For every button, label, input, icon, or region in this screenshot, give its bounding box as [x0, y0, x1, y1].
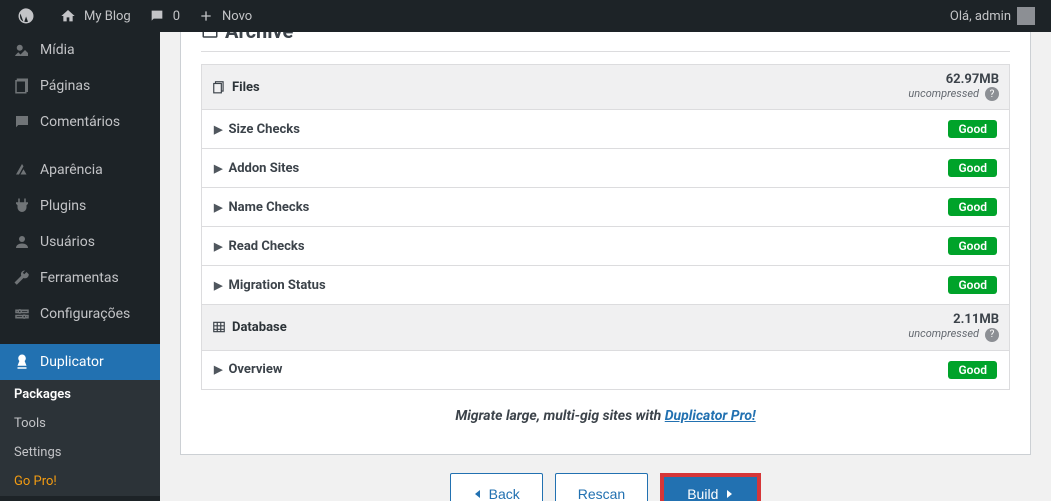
duplicator-icon [12, 352, 32, 372]
home-icon [58, 6, 78, 26]
submenu-item-settings[interactable]: Settings [0, 438, 160, 467]
wp-logo[interactable] [8, 0, 50, 32]
admin-sidebar: Mídia Páginas Comentários Aparência Plugins… [0, 0, 160, 501]
sidebar-item-label: Aparência [40, 162, 103, 178]
help-icon[interactable]: ? [985, 87, 999, 101]
sidebar-item-label: Comentários [40, 114, 120, 130]
build-button[interactable]: Build [664, 477, 757, 501]
caret-right-icon: ▶ [214, 162, 222, 175]
files-size: 62.97MB [908, 73, 999, 87]
check-label: Addon Sites [228, 161, 299, 176]
sidebar-item-label: Configurações [40, 306, 130, 322]
caret-right-icon [724, 489, 734, 499]
plugins-icon [12, 196, 32, 216]
sidebar-item-appearance[interactable]: Aparência [0, 152, 160, 188]
comments-count: 0 [173, 9, 180, 24]
sidebar-item-pages[interactable]: Páginas [0, 68, 160, 104]
admin-bar: My Blog 0 Novo Olá, admin [0, 0, 1051, 32]
site-name: My Blog [84, 9, 131, 24]
sidebar-item-label: Usuários [40, 234, 95, 250]
sidebar-item-duplicator[interactable]: Duplicator [0, 344, 160, 380]
build-highlight: Build [660, 473, 761, 501]
status-badge: Good [948, 237, 997, 255]
submenu-item-packages[interactable]: Packages [0, 380, 160, 409]
comment-icon [147, 6, 167, 26]
status-badge: Good [948, 361, 997, 379]
comments-link[interactable]: 0 [139, 0, 188, 32]
status-badge: Good [948, 159, 997, 177]
sidebar-item-plugins[interactable]: Plugins [0, 188, 160, 224]
status-badge: Good [948, 276, 997, 294]
check-row[interactable]: ▶ Read Checks Good [201, 227, 1010, 266]
caret-right-icon: ▶ [214, 123, 222, 136]
submenu-item-go-pro-[interactable]: Go Pro! [0, 467, 160, 496]
sidebar-item-media[interactable]: Mídia [0, 32, 160, 68]
wordpress-icon [16, 6, 36, 26]
sidebar-item-label: Duplicator [40, 354, 104, 370]
check-row[interactable]: ▶ Migration Status Good [201, 266, 1010, 305]
account-link[interactable]: Olá, admin [942, 0, 1043, 32]
check-label: Read Checks [228, 239, 304, 254]
sidebar-item-label: Páginas [40, 78, 90, 94]
database-compressed: uncompressed [908, 327, 979, 340]
scan-panel: Archive Files 62.97MB uncompressed? ▶Siz… [180, 10, 1031, 455]
check-label: Migration Status [228, 278, 325, 293]
sidebar-item-label: Mídia [40, 42, 75, 58]
files-title: Files [232, 80, 260, 95]
rescan-button[interactable]: Rescan [555, 473, 648, 501]
submenu-item-tools[interactable]: Tools [0, 409, 160, 438]
new-label: Novo [222, 9, 252, 24]
table-icon [212, 320, 226, 334]
media-icon [12, 40, 32, 60]
greeting: Olá, admin [950, 9, 1011, 24]
promo-text: Migrate large, multi-gig sites with Dupl… [201, 390, 1010, 430]
action-buttons: Back Rescan Build [160, 455, 1051, 501]
database-header: Database 2.11MB uncompressed? [201, 305, 1010, 350]
promo-link[interactable]: Duplicator Pro! [665, 408, 756, 424]
caret-right-icon: ▶ [214, 201, 222, 214]
check-row[interactable]: ▶ Name Checks Good [201, 188, 1010, 227]
site-name-link[interactable]: My Blog [50, 0, 139, 32]
settings-icon [12, 304, 32, 324]
check-label: Name Checks [228, 200, 309, 215]
files-icon [212, 80, 226, 94]
sidebar-item-settings[interactable]: Configurações [0, 296, 160, 332]
pages-icon [12, 76, 32, 96]
sidebar-item-label: Plugins [40, 198, 86, 214]
database-title: Database [232, 320, 287, 335]
users-icon [12, 232, 32, 252]
check-row[interactable]: ▶ Size Checks Good [201, 110, 1010, 149]
back-button[interactable]: Back [450, 473, 543, 501]
help-icon[interactable]: ? [985, 328, 999, 342]
sidebar-item-users[interactable]: Usuários [0, 224, 160, 260]
check-label: Overview [228, 362, 282, 377]
status-badge: Good [948, 198, 997, 216]
sidebar-item-label: Ferramentas [40, 270, 119, 286]
avatar [1017, 7, 1035, 25]
main-content: Archive Files 62.97MB uncompressed? ▶Siz… [160, 0, 1051, 501]
sidebar-item-tools[interactable]: Ferramentas [0, 260, 160, 296]
appearance-icon [12, 160, 32, 180]
caret-right-icon: ▶ [214, 240, 222, 253]
caret-right-icon: ▶ [214, 363, 222, 376]
sidebar-item-comments[interactable]: Comentários [0, 104, 160, 140]
status-badge: Good [948, 120, 997, 138]
check-row[interactable]: ▶ Addon Sites Good [201, 149, 1010, 188]
new-content-link[interactable]: Novo [188, 0, 260, 32]
files-compressed: uncompressed [908, 87, 979, 100]
caret-right-icon: ▶ [214, 279, 222, 292]
check-label: Size Checks [228, 122, 299, 137]
check-row[interactable]: ▶ Overview Good [201, 351, 1010, 390]
database-size: 2.11MB [908, 313, 999, 327]
comments-icon [12, 112, 32, 132]
files-header: Files 62.97MB uncompressed? [201, 64, 1010, 110]
tools-icon [12, 268, 32, 288]
plus-icon [196, 6, 216, 26]
caret-left-icon [473, 489, 483, 499]
